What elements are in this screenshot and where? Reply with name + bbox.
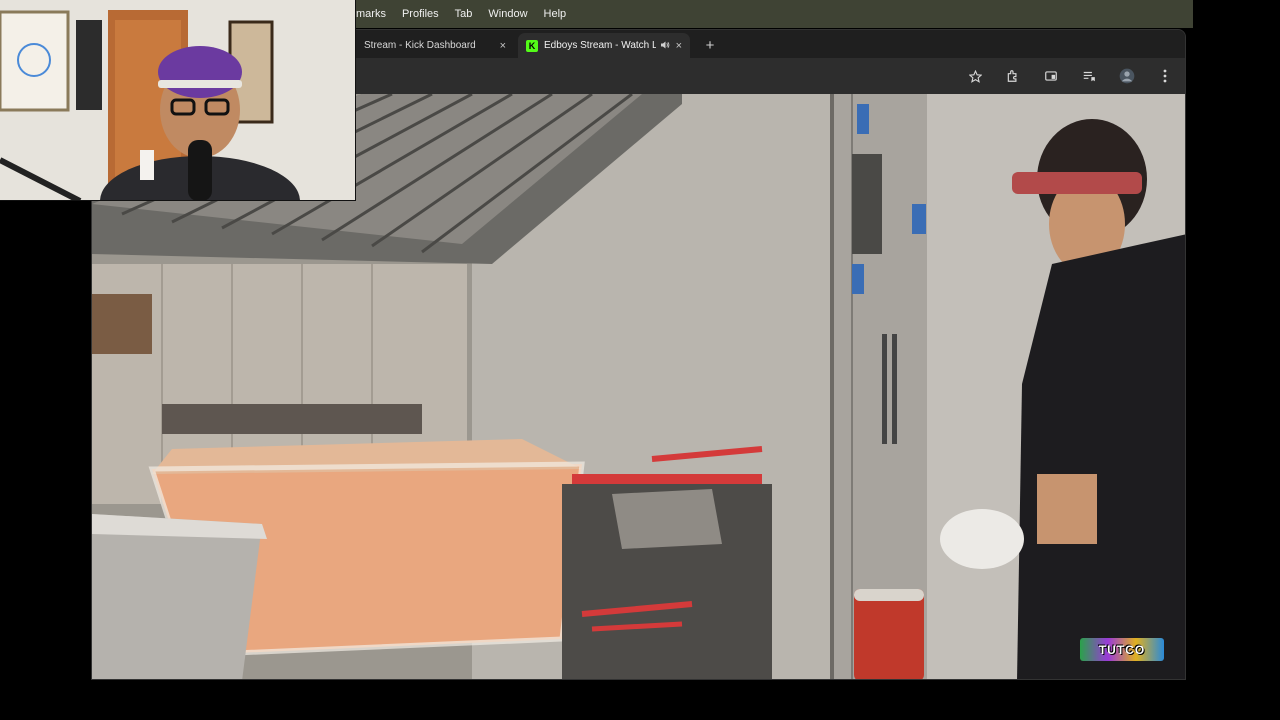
- audio-playing-icon[interactable]: [660, 40, 670, 52]
- menu-bookmarks[interactable]: marks: [356, 0, 394, 28]
- tab-kick-dashboard[interactable]: Stream - Kick Dashboard ×: [356, 33, 514, 58]
- star-icon[interactable]: [965, 66, 985, 86]
- reading-list-icon[interactable]: [1079, 66, 1099, 86]
- menu-tab[interactable]: Tab: [447, 0, 481, 28]
- extensions-icon[interactable]: [1003, 66, 1023, 86]
- menu-help[interactable]: Help: [536, 0, 575, 28]
- new-tab-button[interactable]: +: [700, 35, 720, 55]
- channel-watermark: TUTCO: [1080, 638, 1164, 661]
- more-menu-icon[interactable]: [1155, 66, 1175, 86]
- close-icon[interactable]: ×: [500, 40, 506, 52]
- kick-logo-icon: K: [526, 39, 538, 52]
- streamer-webcam: [0, 0, 355, 200]
- tab-edboys-stream[interactable]: K Edboys Stream - Watch L ×: [518, 33, 690, 58]
- tab-title: Stream - Kick Dashboard: [364, 40, 476, 51]
- menu-profiles[interactable]: Profiles: [394, 0, 447, 28]
- tab-search-icon[interactable]: [1041, 66, 1061, 86]
- close-icon[interactable]: ×: [676, 40, 682, 52]
- menu-window[interactable]: Window: [480, 0, 535, 28]
- profile-avatar[interactable]: [1117, 66, 1137, 86]
- webcam-overlay: [0, 0, 356, 201]
- tab-title: Edboys Stream - Watch L: [544, 40, 656, 51]
